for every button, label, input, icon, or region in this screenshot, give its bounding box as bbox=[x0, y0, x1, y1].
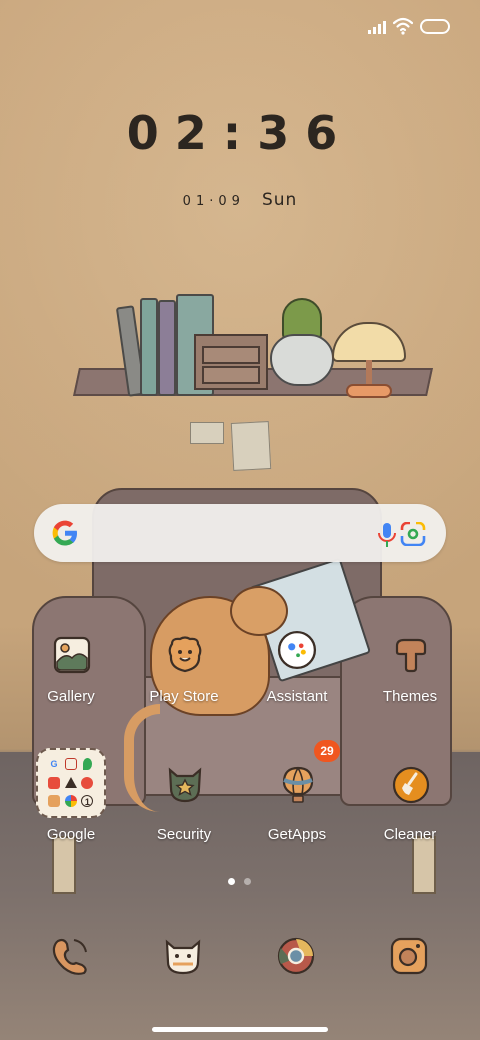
maps-mini-icon bbox=[83, 758, 93, 770]
google-g-icon bbox=[52, 520, 77, 546]
signal-icon bbox=[368, 20, 388, 34]
camera-icon[interactable] bbox=[389, 936, 429, 976]
battery-icon bbox=[420, 19, 450, 34]
app-security[interactable]: Security bbox=[132, 766, 236, 866]
app-label: Cleaner bbox=[383, 826, 437, 843]
chrome-icon[interactable] bbox=[276, 936, 316, 976]
cleaner-icon bbox=[392, 766, 430, 804]
date-widget[interactable]: 01·09 Sun bbox=[0, 190, 480, 210]
page-indicator[interactable] bbox=[228, 878, 258, 888]
sticky-note bbox=[190, 422, 224, 444]
drive-mini-icon bbox=[64, 776, 77, 788]
themes-icon bbox=[395, 638, 427, 673]
one-mini-icon: 1 bbox=[81, 795, 94, 808]
app-label: Gallery bbox=[47, 688, 95, 705]
page-dot-active bbox=[228, 878, 235, 885]
book bbox=[140, 298, 158, 396]
drawer-box bbox=[194, 334, 268, 390]
app-gallery[interactable]: Gallery bbox=[19, 636, 123, 736]
app-label: GetApps bbox=[267, 826, 327, 843]
app-play-store[interactable]: Play Store bbox=[132, 636, 236, 736]
play-store-icon bbox=[168, 636, 202, 673]
app-assistant[interactable]: Assistant bbox=[245, 630, 349, 730]
messages-icon[interactable] bbox=[163, 936, 203, 976]
photos-mini-icon bbox=[64, 795, 77, 808]
clock-time: 02:36 bbox=[126, 106, 354, 160]
status-bar bbox=[0, 0, 480, 56]
plant-pot bbox=[270, 334, 334, 386]
sticky-note bbox=[230, 421, 272, 471]
page-dot bbox=[244, 878, 251, 885]
gallery-icon bbox=[53, 636, 91, 674]
phone-icon[interactable] bbox=[50, 936, 90, 976]
app-label: Security bbox=[156, 826, 212, 843]
app-cleaner[interactable]: Cleaner bbox=[358, 766, 462, 866]
app-label: Themes bbox=[382, 688, 438, 705]
getapps-badge: 29 bbox=[314, 740, 340, 762]
google-search-bar[interactable] bbox=[34, 504, 446, 562]
mic-icon[interactable] bbox=[376, 522, 398, 548]
security-icon bbox=[168, 767, 202, 803]
lamp-base bbox=[346, 384, 392, 398]
app-label: Assistant bbox=[266, 688, 328, 705]
app-getapps[interactable]: GetApps bbox=[245, 766, 349, 866]
assistant-icon bbox=[277, 630, 317, 670]
youtube-mini-icon bbox=[48, 776, 60, 789]
home-indicator[interactable] bbox=[152, 1027, 328, 1032]
gmail-mini-icon bbox=[64, 758, 77, 770]
app-label: Play Store bbox=[149, 688, 219, 705]
cat-head bbox=[230, 586, 288, 636]
clock-date: 01·09 bbox=[182, 194, 245, 209]
clock-widget[interactable]: 02:36 bbox=[0, 106, 480, 160]
lens-icon[interactable] bbox=[400, 522, 426, 546]
getapps-icon bbox=[282, 766, 314, 803]
clock-weekday: Sun bbox=[261, 190, 298, 210]
app-themes[interactable]: Themes bbox=[358, 636, 462, 736]
duo-mini-icon bbox=[48, 795, 60, 808]
wifi-icon bbox=[393, 17, 413, 35]
book bbox=[158, 300, 176, 396]
music-mini-icon bbox=[81, 776, 94, 789]
app-label: Google bbox=[46, 826, 96, 843]
google-mini-icon: G bbox=[50, 759, 58, 769]
google-folder-icon[interactable]: G 1 bbox=[36, 748, 106, 818]
